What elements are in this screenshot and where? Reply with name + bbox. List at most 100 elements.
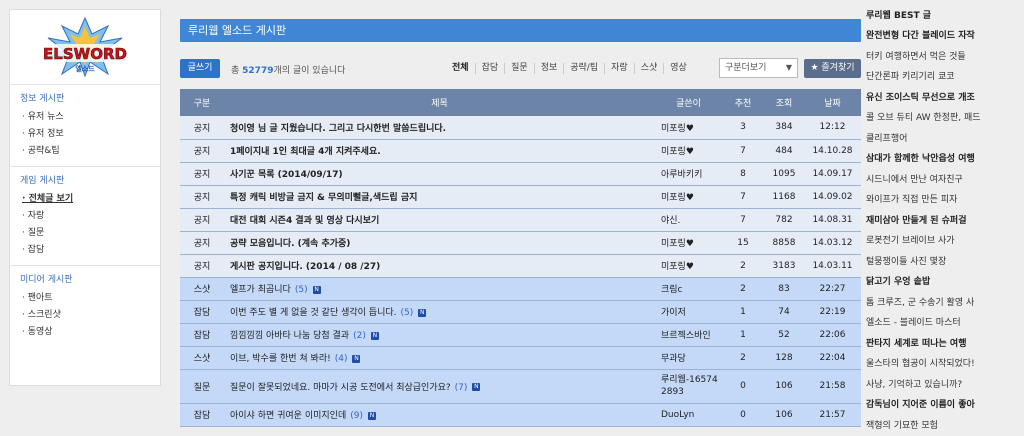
table-row[interactable]: 잡담낌낌낌낌 아바타 나눔 당첨 결과(2)N브르젝스바인15222:06 xyxy=(180,323,861,346)
nav-strategy-tips[interactable]: 공략&팁 xyxy=(20,143,160,160)
notice-row[interactable]: 공지사기꾼 목록 (2014/09/17)아루바키키8109514.09.17 xyxy=(180,162,861,185)
notice-row[interactable]: 공지1페이지내 1인 최대글 4개 지켜주세요.미포링♥748414.10.28 xyxy=(180,139,861,162)
post-title-link[interactable]: 아이샤 하면 귀여운 이미지인데 xyxy=(230,411,346,421)
notice-row[interactable]: 공지청이영 님 글 지웠습니다. 그리고 다시한번 말씀드립니다.미포링♥338… xyxy=(180,116,861,139)
best-post-link[interactable]: 재미삼아 만들게 된 슈퍼걸 xyxy=(866,211,1024,232)
comment-count[interactable]: (5) xyxy=(295,285,308,295)
row-author[interactable]: 미포링♥ xyxy=(655,139,722,162)
row-author[interactable]: 미포링♥ xyxy=(655,254,722,277)
new-badge-icon: N xyxy=(418,309,426,317)
best-post-link[interactable]: 와이프가 직접 만든 피자 xyxy=(866,190,1024,211)
post-title-link[interactable]: 게시판 공지입니다. (2014 / 08 /27) xyxy=(230,262,380,272)
notice-row[interactable]: 공지게시판 공지입니다. (2014 / 08 /27)미포링♥2318314.… xyxy=(180,254,861,277)
best-post-link[interactable]: 삼대가 함께한 낙안읍성 여행 xyxy=(866,149,1024,170)
section-game-title[interactable]: 게임 게시판 xyxy=(20,173,160,186)
best-post-link[interactable]: 판타지 세계로 떠나는 여행 xyxy=(866,334,1024,355)
row-author[interactable]: 브르젝스바인 xyxy=(655,323,722,346)
row-views: 106 xyxy=(764,403,804,426)
post-title-link[interactable]: 대전 대회 시즌4 결과 및 영상 다시보기 xyxy=(230,216,379,226)
row-title-cell: 공략 모음입니다. (계속 추가중) xyxy=(224,231,655,254)
tab-info[interactable]: 정보 xyxy=(534,63,564,74)
post-title-link[interactable]: 1페이지내 1인 최대글 4개 지켜주세요. xyxy=(230,147,381,157)
best-title: 루리웹 BEST 글 xyxy=(866,8,1024,26)
table-row[interactable]: 스샷이브, 박수를 한번 쳐 봐라!(4)N무과당212822:04 xyxy=(180,346,861,369)
post-title-link[interactable]: 사기꾼 목록 (2014/09/17) xyxy=(230,170,343,180)
notice-row[interactable]: 공지대전 대회 시즌4 결과 및 영상 다시보기야신.778214.08.31 xyxy=(180,208,861,231)
table-row[interactable]: 잡담아이샤 하면 귀여운 이미지인데(9)NDuoLyn010621:57 xyxy=(180,403,861,426)
nav-brag[interactable]: 자랑 xyxy=(20,208,160,225)
row-author[interactable]: 가이저 xyxy=(655,300,722,323)
nav-chat[interactable]: 잡담 xyxy=(20,242,160,259)
nav-all-posts[interactable]: 전체글 보기 xyxy=(20,191,160,208)
tab-screenshot[interactable]: 스샷 xyxy=(634,63,664,74)
best-post-link[interactable]: 닭고기 우엉 솥밥 xyxy=(866,272,1024,293)
row-author[interactable]: 미포링♥ xyxy=(655,185,722,208)
post-title-link[interactable]: 공략 모음입니다. (계속 추가중) xyxy=(230,239,350,249)
row-author[interactable]: 루리웹-165742893 xyxy=(655,369,722,403)
row-author[interactable]: 미포링♥ xyxy=(655,231,722,254)
best-post-link[interactable]: 시드니에서 만난 여자친구 xyxy=(866,170,1024,191)
tab-strategy[interactable]: 공략/팁 xyxy=(563,63,604,74)
post-title-link[interactable]: 특정 캐릭 비방글 금지 & 무의미뻘글,색드립 금지 xyxy=(230,193,417,203)
category-select[interactable]: 구분더보기▼ xyxy=(719,58,798,78)
post-count-prefix: 총 xyxy=(231,66,239,76)
best-post-link[interactable]: 완전변형 다간 블레이드 자작 xyxy=(866,26,1024,47)
write-button[interactable]: 글쓰기 xyxy=(180,59,220,78)
row-views: 128 xyxy=(764,346,804,369)
nav-user-info[interactable]: 유저 정보 xyxy=(20,126,160,143)
best-post-link[interactable]: 클리프행어 xyxy=(866,129,1024,150)
post-title-link[interactable]: 낌낌낌낌 아바타 나눔 당첨 결과 xyxy=(230,331,349,341)
row-views: 1168 xyxy=(764,185,804,208)
best-post-link[interactable]: 울스타의 협공이 시작되었다! xyxy=(866,354,1024,375)
nav-fanart[interactable]: 팬아트 xyxy=(20,290,160,307)
row-category: 공지 xyxy=(180,208,224,231)
comment-count[interactable]: (4) xyxy=(335,354,348,364)
post-title-link[interactable]: 청이영 님 글 지웠습니다. 그리고 다시한번 말씀드립니다. xyxy=(230,124,446,134)
best-post-link[interactable]: 털뭉쟁이들 사진 몇장 xyxy=(866,252,1024,273)
tab-brag[interactable]: 자랑 xyxy=(604,63,634,74)
row-author[interactable]: 미포링♥ xyxy=(655,116,722,139)
comment-count[interactable]: (2) xyxy=(353,331,366,341)
favorite-button[interactable]: ★ 즐겨찾기 xyxy=(804,59,861,78)
table-row[interactable]: 질문질문이 잘못되었네요. 마마가 시공 도전에서 최상급인가요?(7)N루리웹… xyxy=(180,369,861,403)
post-title-link[interactable]: 이번 주도 별 게 없을 것 같단 생각이 듭니다. xyxy=(230,308,397,318)
best-post-link[interactable]: 톰 크루즈, 군 수송기 활영 사 xyxy=(866,293,1024,314)
table-row[interactable]: 잡담이번 주도 별 게 없을 것 같단 생각이 듭니다.(5)N가이저17422… xyxy=(180,300,861,323)
row-category: 공지 xyxy=(180,231,224,254)
best-post-link[interactable]: 잭형의 기묘한 모험 xyxy=(866,416,1024,436)
best-post-link[interactable]: 로봇전기 브레이브 사가 xyxy=(866,231,1024,252)
row-author[interactable]: DuoLyn xyxy=(655,403,722,426)
table-row[interactable]: 스샷엘프가 최곱니다(5)N크림c28322:27 xyxy=(180,277,861,300)
tab-question[interactable]: 질문 xyxy=(504,63,534,74)
post-title-link[interactable]: 질문이 잘못되었네요. 마마가 시공 도전에서 최상급인가요? xyxy=(230,383,451,393)
row-author[interactable]: 야신. xyxy=(655,208,722,231)
row-author[interactable]: 아루바키키 xyxy=(655,162,722,185)
section-media-title[interactable]: 미디어 게시판 xyxy=(20,272,160,285)
best-post-link[interactable]: 터키 여행하면서 먹은 것들 xyxy=(866,47,1024,68)
best-post-link[interactable]: 엘소드 - 블레이드 마스터 xyxy=(866,313,1024,334)
tab-all[interactable]: 전체 xyxy=(446,63,475,74)
nav-user-news[interactable]: 유저 뉴스 xyxy=(20,109,160,126)
nav-question[interactable]: 질문 xyxy=(20,225,160,242)
nav-screenshot[interactable]: 스크린샷 xyxy=(20,307,160,324)
comment-count[interactable]: (7) xyxy=(455,383,468,393)
row-date: 12:12 xyxy=(804,116,861,139)
best-post-link[interactable]: 사냥, 기억하고 있습니까? xyxy=(866,375,1024,396)
section-info-title[interactable]: 정보 게시판 xyxy=(20,91,160,104)
nav-video[interactable]: 동영상 xyxy=(20,324,160,341)
best-post-link[interactable]: 단간론파 키리기리 쿄코 xyxy=(866,67,1024,88)
row-author[interactable]: 크림c xyxy=(655,277,722,300)
best-post-link[interactable]: 감독님이 지어준 이름이 좋아 xyxy=(866,395,1024,416)
row-author[interactable]: 무과당 xyxy=(655,346,722,369)
comment-count[interactable]: (5) xyxy=(401,308,414,318)
elsword-logo[interactable]: ELSWORD 엘소드 xyxy=(10,10,160,85)
post-title-link[interactable]: 이브, 박수를 한번 쳐 봐라! xyxy=(230,354,331,364)
notice-row[interactable]: 공지특정 캐릭 비방글 금지 & 무의미뻘글,색드립 금지미포링♥7116814… xyxy=(180,185,861,208)
best-post-link[interactable]: 유신 조이스틱 무선으로 개조 xyxy=(866,88,1024,109)
best-post-link[interactable]: 콜 오브 듀티 AW 한정판, 패드 xyxy=(866,108,1024,129)
tab-video[interactable]: 영상 xyxy=(663,63,693,74)
post-title-link[interactable]: 엘프가 최곱니다 xyxy=(230,285,291,295)
notice-row[interactable]: 공지공략 모음입니다. (계속 추가중)미포링♥15885814.03.12 xyxy=(180,231,861,254)
tab-chat[interactable]: 잡담 xyxy=(475,63,505,74)
comment-count[interactable]: (9) xyxy=(350,411,363,421)
